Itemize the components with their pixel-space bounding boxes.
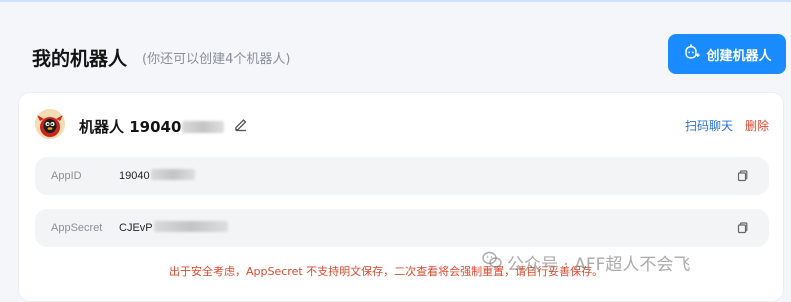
redacted-block — [153, 221, 228, 232]
bot-name: 机器人 19040 — [79, 116, 225, 137]
page-subtitle: (你还可以创建4个机器人) — [142, 52, 291, 67]
page-title: 我的机器人 — [32, 48, 128, 70]
appid-value: 19040 — [119, 169, 195, 182]
security-warning: 出于安全考虑，AppSecret 不支持明文保存，二次查看将会强制重置，请自行妥… — [169, 265, 604, 278]
redacted-block — [182, 121, 225, 133]
appsecret-value: CJEvP — [119, 221, 228, 234]
create-bot-button[interactable]: 创建机器人 — [668, 34, 786, 74]
appsecret-field: AppSecret CJEvP — [35, 209, 769, 247]
redacted-block — [150, 169, 195, 180]
copy-icon[interactable] — [735, 221, 749, 235]
appid-field: AppID 19040 — [35, 157, 769, 195]
create-bot-button-label: 创建机器人 — [706, 48, 772, 64]
appsecret-value-text: CJEvP — [119, 222, 153, 234]
edit-pencil-icon[interactable] — [233, 116, 249, 132]
delete-link[interactable]: 删除 — [745, 117, 769, 134]
top-banner-edge — [0, 0, 791, 2]
bot-avatar — [35, 109, 65, 139]
page-header: 我的机器人 (你还可以创建4个机器人) 创建机器人 — [32, 34, 787, 76]
bot-header-row: 机器人 19040 扫码聊天 删除 — [35, 107, 771, 141]
appid-label: AppID — [51, 170, 82, 182]
appid-value-text: 19040 — [119, 170, 150, 182]
appsecret-label: AppSecret — [51, 222, 103, 234]
bot-card: 机器人 19040 扫码聊天 删除 AppID 19040 AppSecret … — [18, 92, 784, 302]
scan-chat-link[interactable]: 扫码聊天 — [685, 117, 733, 134]
bot-name-text: 机器人 19040 — [79, 118, 182, 136]
robot-plus-icon — [682, 43, 701, 65]
copy-icon[interactable] — [735, 169, 749, 183]
